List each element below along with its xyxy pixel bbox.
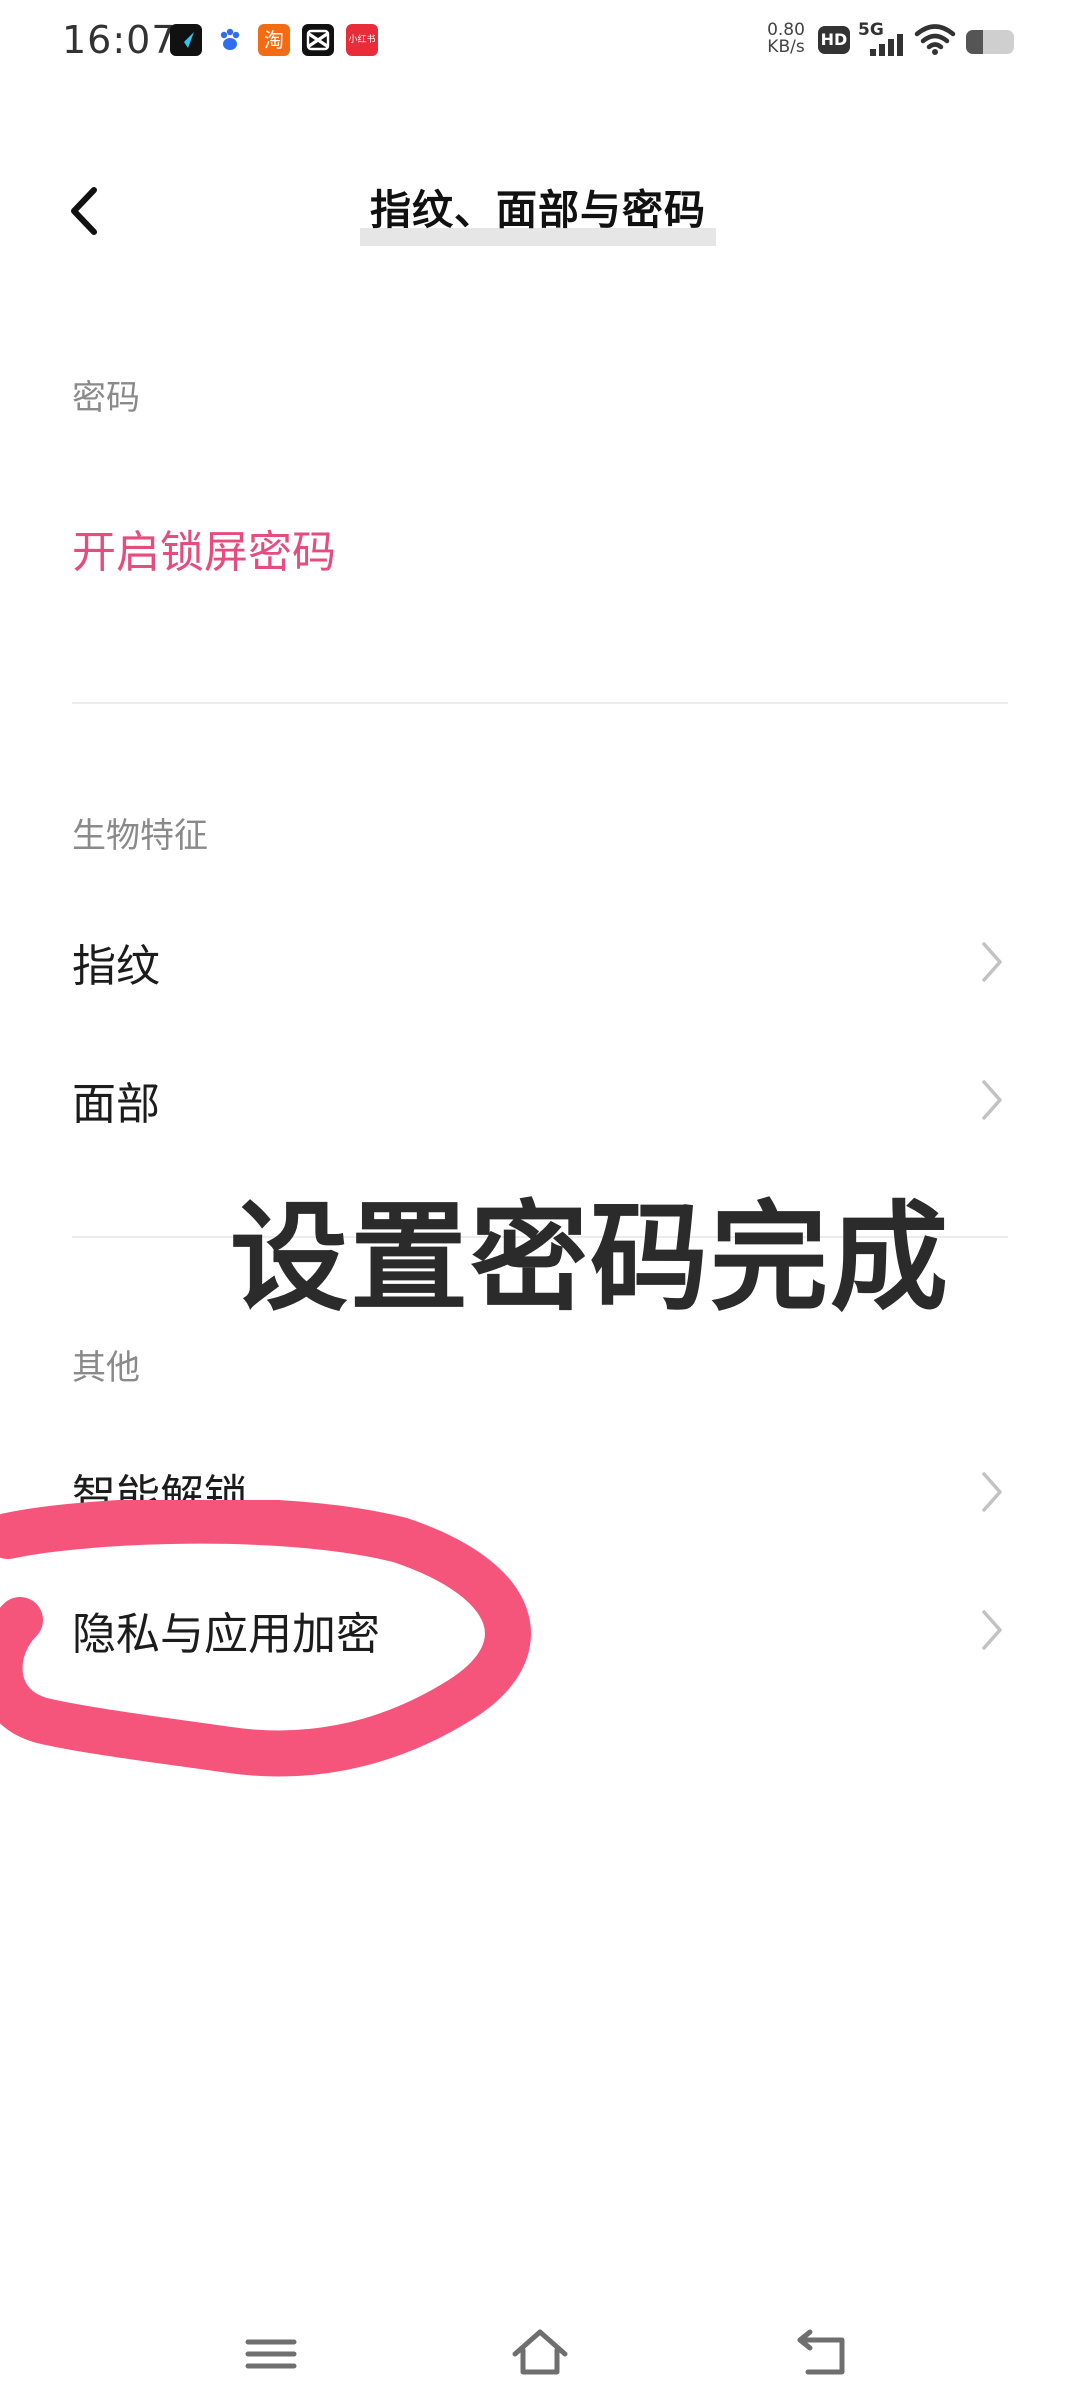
chevron-right-icon bbox=[982, 942, 1002, 982]
menu-button[interactable] bbox=[236, 2318, 306, 2388]
page-title: 指纹、面部与密码 bbox=[370, 186, 706, 234]
menu-item-label: 指纹 bbox=[72, 941, 160, 992]
navigation-bar bbox=[0, 2300, 1080, 2408]
home-button[interactable] bbox=[505, 2318, 575, 2388]
annotation-circle bbox=[0, 1500, 531, 1777]
chevron-left-icon bbox=[71, 187, 97, 235]
enable-lock-screen-password-link[interactable]: 开启锁屏密码 bbox=[72, 516, 336, 580]
menu-icon bbox=[245, 2339, 297, 2369]
navigation-app-icon bbox=[170, 24, 202, 56]
section-label-password: 密码 bbox=[72, 378, 140, 418]
chevron-right-icon bbox=[982, 1610, 1002, 1650]
chevron-right-icon bbox=[982, 1080, 1002, 1120]
chevron-right-icon bbox=[982, 1472, 1002, 1512]
divider bbox=[72, 702, 1008, 704]
section-label-biometrics: 生物特征 bbox=[72, 816, 208, 856]
battery-icon bbox=[966, 30, 1014, 54]
taobao-icon: 淘 bbox=[258, 24, 290, 56]
overlay-caption: 设置密码完成 bbox=[230, 1189, 951, 1327]
hd-voice-icon: HD bbox=[818, 26, 850, 54]
status-bar: 16:07 淘 小红书 0.80 KB/s HD 5G bbox=[0, 0, 1080, 84]
section-label-other: 其他 bbox=[72, 1348, 140, 1388]
home-icon bbox=[512, 2329, 568, 2375]
baidu-paw-icon bbox=[214, 24, 246, 56]
network-speed: 0.80 KB/s bbox=[767, 20, 805, 57]
signal-icon bbox=[870, 34, 906, 56]
back-nav-button[interactable] bbox=[790, 2318, 860, 2388]
xiaohongshu-icon: 小红书 bbox=[346, 24, 378, 56]
back-button[interactable] bbox=[60, 176, 120, 246]
status-time: 16:07 bbox=[62, 18, 177, 62]
menu-item-face[interactable]: 面部 bbox=[0, 1046, 1080, 1156]
wifi-icon bbox=[914, 22, 956, 56]
menu-item-fingerprint[interactable]: 指纹 bbox=[0, 908, 1080, 1018]
back-icon bbox=[797, 2329, 845, 2375]
capcut-icon bbox=[302, 24, 334, 56]
menu-item-label: 面部 bbox=[72, 1079, 160, 1130]
